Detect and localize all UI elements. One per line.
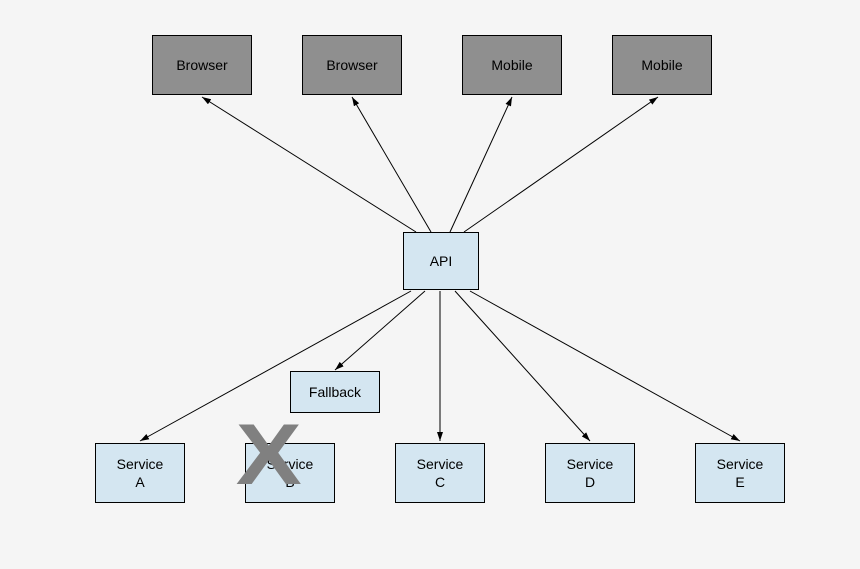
node-label: Fallback: [309, 383, 361, 401]
service-e-node: ServiceE: [695, 443, 785, 503]
node-label: ServiceC: [417, 455, 464, 491]
service-d-node: ServiceD: [545, 443, 635, 503]
client-mobile-1: Mobile: [462, 35, 562, 95]
service-a-node: ServiceA: [95, 443, 185, 503]
diagram-canvas: Browser Browser Mobile Mobile API Fallba…: [0, 0, 860, 569]
cross-out-icon: X: [236, 406, 302, 505]
node-label: ServiceA: [117, 455, 164, 491]
node-label: API: [430, 252, 453, 270]
client-browser-1: Browser: [152, 35, 252, 95]
node-label: ServiceD: [567, 455, 614, 491]
node-label: Browser: [176, 56, 227, 74]
api-node: API: [403, 232, 479, 290]
client-mobile-2: Mobile: [612, 35, 712, 95]
service-c-node: ServiceC: [395, 443, 485, 503]
node-label: Browser: [326, 56, 377, 74]
client-browser-2: Browser: [302, 35, 402, 95]
node-label: Mobile: [641, 56, 682, 74]
node-label: ServiceE: [717, 455, 764, 491]
fallback-node: Fallback: [290, 371, 380, 413]
node-label: Mobile: [491, 56, 532, 74]
